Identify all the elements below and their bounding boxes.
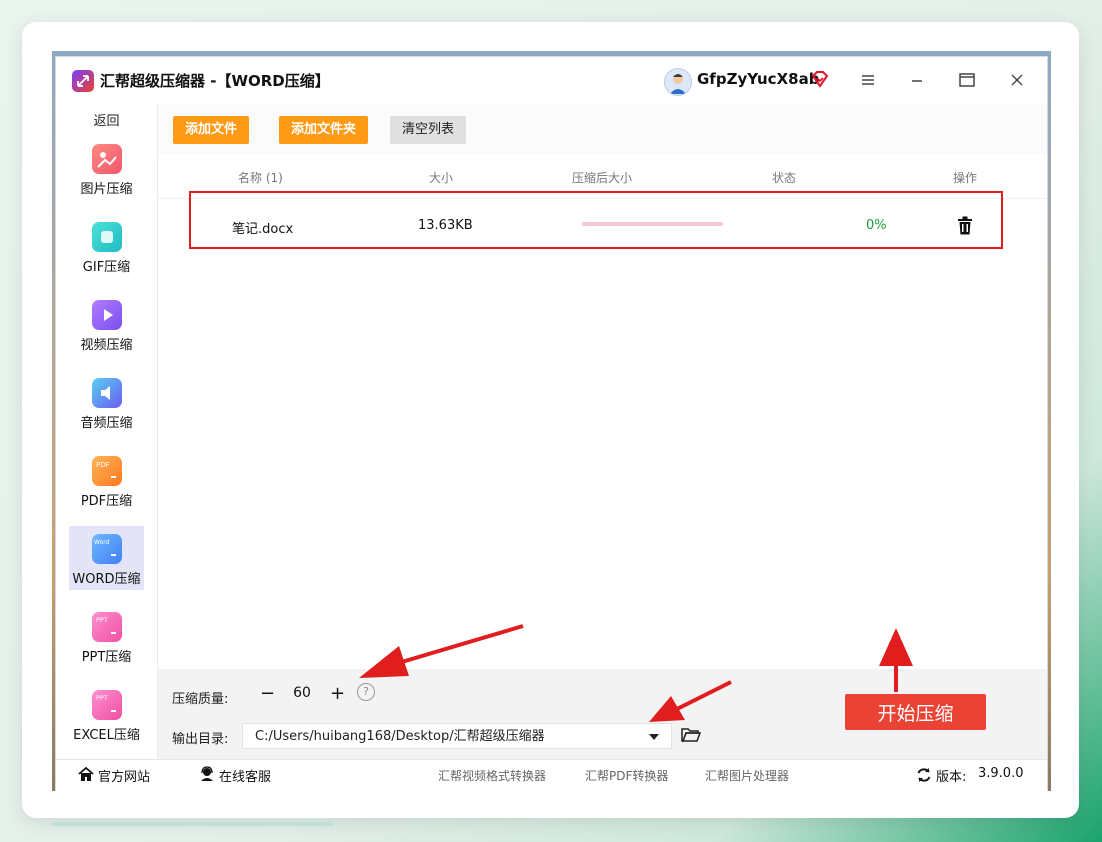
support-icon: [199, 766, 215, 786]
gif-icon: [92, 222, 122, 252]
sidebar-item-label: 图片压缩: [80, 182, 133, 197]
image-processor-link[interactable]: 汇帮图片处理器: [705, 767, 789, 784]
title-bar: 汇帮超级压缩器 -【WORD压缩】 GfpZyYucX8ab: [56, 57, 1047, 104]
pdf-icon: PDF: [92, 456, 122, 486]
close-icon[interactable]: [1006, 69, 1028, 91]
help-icon[interactable]: ?: [357, 683, 375, 701]
sidebar-item-ppt[interactable]: PPT PPT压缩: [69, 604, 144, 668]
header-name: 名称 (1): [238, 171, 283, 185]
sidebar-item-image[interactable]: 图片压缩: [69, 136, 144, 200]
toolbar: 添加文件 添加文件夹 清空列表: [158, 104, 1047, 154]
file-size: 13.63KB: [418, 218, 473, 233]
image-icon: [92, 144, 122, 174]
decorative-line: [52, 822, 334, 826]
sidebar-item-pdf[interactable]: PDF PDF压缩: [69, 448, 144, 512]
clear-list-button[interactable]: 清空列表: [390, 116, 467, 144]
quality-label: 压缩质量:: [172, 692, 229, 707]
progress-bar: [582, 222, 723, 226]
trash-icon[interactable]: [957, 216, 973, 239]
refresh-icon[interactable]: [916, 767, 932, 787]
sidebar-item-gif[interactable]: GIF压缩: [69, 214, 144, 278]
sidebar-item-label: 音频压缩: [80, 416, 133, 431]
start-compress-button[interactable]: 开始压缩: [845, 694, 986, 730]
back-button[interactable]: 返回: [56, 110, 157, 129]
svg-text:PPT: PPT: [96, 694, 108, 702]
sidebar-item-audio[interactable]: 音频压缩: [69, 370, 144, 434]
sidebar-item-label: WORD压缩: [72, 572, 141, 587]
menu-icon[interactable]: [857, 69, 879, 91]
sidebar: 返回 图片压缩 GIF压缩 视频压缩 音频压缩 PDF PDF压缩 Word W…: [56, 104, 158, 759]
ppt-icon: PPT: [92, 612, 122, 642]
add-folder-button[interactable]: 添加文件夹: [279, 116, 369, 144]
sidebar-item-label: EXCEL压缩: [73, 728, 140, 743]
minimize-icon[interactable]: [906, 69, 928, 91]
maximize-icon[interactable]: [956, 69, 978, 91]
sidebar-item-excel[interactable]: PPT EXCEL压缩: [69, 682, 144, 746]
open-folder-icon[interactable]: [681, 727, 702, 747]
username[interactable]: GfpZyYucX8ab: [697, 70, 819, 88]
quality-decrease-button[interactable]: −: [254, 681, 280, 707]
file-name: 笔记.docx: [232, 222, 294, 237]
app-logo-icon: [72, 70, 94, 92]
header-action: 操作: [953, 171, 978, 185]
settings-panel: 压缩质量: − 60 + ? 输出目录: C:/Users/huibang168…: [158, 669, 1047, 759]
sidebar-item-word[interactable]: Word WORD压缩: [69, 526, 144, 590]
version-value: 3.9.0.0: [978, 766, 1024, 781]
video-icon: [92, 300, 122, 330]
sidebar-item-label: 视频压缩: [80, 338, 133, 353]
user-avatar[interactable]: [664, 68, 692, 96]
home-icon: [78, 766, 94, 786]
sidebar-item-label: GIF压缩: [82, 260, 131, 275]
pdf-converter-link[interactable]: 汇帮PDF转换器: [585, 767, 668, 784]
output-path-select[interactable]: C:/Users/huibang168/Desktop/汇帮超级压缩器: [242, 723, 672, 749]
excel-icon: PPT: [92, 690, 122, 720]
chevron-down-icon: [649, 734, 659, 740]
vip-diamond-icon[interactable]: [810, 69, 830, 93]
sidebar-item-label: PDF压缩: [80, 494, 133, 509]
header-status: 状态: [772, 171, 797, 185]
video-converter-link[interactable]: 汇帮视频格式转换器: [438, 767, 546, 784]
svg-text:PDF: PDF: [96, 461, 110, 469]
sidebar-item-label: PPT压缩: [81, 650, 132, 665]
output-path-value: C:/Users/huibang168/Desktop/汇帮超级压缩器: [255, 729, 545, 744]
output-dir-label: 输出目录:: [172, 732, 229, 747]
sidebar-item-video[interactable]: 视频压缩: [69, 292, 144, 356]
word-icon: Word: [92, 534, 122, 564]
svg-text:PPT: PPT: [96, 616, 108, 624]
quality-value[interactable]: 60: [290, 685, 314, 701]
quality-increase-button[interactable]: +: [324, 681, 350, 707]
app-window: 汇帮超级压缩器 -【WORD压缩】 GfpZyYucX8ab 返回 图片压缩 G…: [55, 56, 1048, 791]
online-support-link[interactable]: 在线客服: [219, 766, 271, 785]
version-label: 版本:: [936, 770, 967, 785]
header-compressed-size: 压缩后大小: [572, 171, 633, 185]
svg-text:Word: Word: [94, 539, 110, 546]
window-title: 汇帮超级压缩器 -【WORD压缩】: [100, 72, 330, 90]
audio-icon: [92, 378, 122, 408]
official-website-link[interactable]: 官方网站: [98, 766, 150, 785]
add-file-button[interactable]: 添加文件: [173, 116, 250, 144]
header-size: 大小: [429, 171, 454, 185]
status-bar: 官方网站 在线客服 汇帮视频格式转换器 汇帮PDF转换器 汇帮图片处理器 版本:…: [56, 759, 1047, 791]
progress-percent: 0%: [866, 218, 887, 233]
